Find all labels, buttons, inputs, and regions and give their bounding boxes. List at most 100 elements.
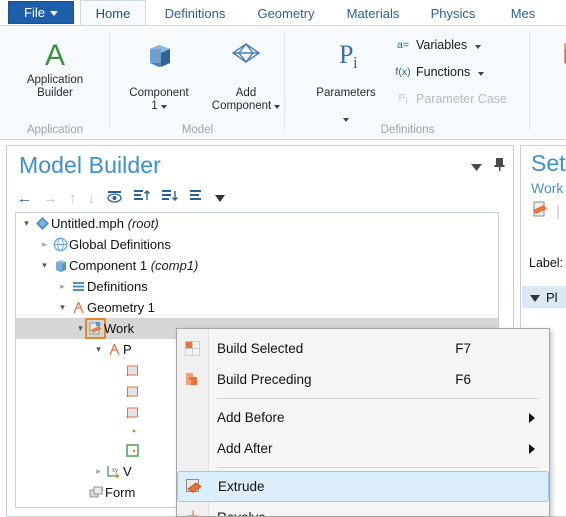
ribbon-group-model-label: Model — [181, 124, 214, 136]
menu-item-add-before[interactable]: Add Before — [177, 402, 549, 433]
expand-arrow-icon[interactable]: ▾ — [92, 344, 105, 355]
svg-text:A: A — [45, 39, 65, 71]
build-selected-icon[interactable] — [531, 200, 549, 223]
move-down-icon[interactable]: ↓ — [88, 191, 96, 206]
pane-menu-chevron-down-icon[interactable] — [471, 158, 482, 176]
revolve-icon — [177, 509, 208, 516]
menu-item-extrude[interactable]: Extrude — [177, 471, 549, 502]
tab-materials[interactable]: Materials — [333, 0, 413, 26]
tab-geometry[interactable]: Geometry — [245, 0, 327, 26]
chevron-down-icon — [343, 118, 349, 122]
green-square-icon — [123, 443, 141, 458]
svg-text:xy: xy — [112, 468, 118, 474]
build-all-button[interactable]: Bu A — [544, 34, 566, 100]
a-equals-icon: a= — [397, 39, 409, 51]
tab-definitions[interactable]: Definitions — [150, 0, 240, 26]
menu-item-build-preceding[interactable]: Build Preceding F6 — [177, 364, 549, 395]
menu-separator — [217, 398, 539, 399]
tree-item-global-definitions-label: Global Definitions — [69, 237, 171, 252]
tree-item-component-1-tag: (comp1) — [150, 258, 199, 273]
tree-item-geometry-1[interactable]: ▾ Geometry 1 — [16, 297, 498, 318]
settings-subtitle: Work — [531, 180, 564, 196]
collapse-arrow-icon[interactable]: ▸ — [92, 466, 105, 477]
tab-mesh[interactable]: Mes — [493, 0, 553, 26]
tree-item-component-1[interactable]: ▾ Component 1 (comp1) — [16, 255, 498, 276]
tab-definitions-label: Definitions — [164, 5, 226, 21]
add-component-button[interactable]: Add Component — [202, 34, 290, 113]
collapse-all-icon[interactable] — [134, 189, 151, 208]
label-field-label: Label: — [529, 256, 564, 270]
spacer: ▸ — [110, 445, 123, 456]
svg-text:i: i — [353, 53, 358, 71]
application-builder-button[interactable]: A Application Builder — [12, 34, 98, 100]
component-cube-icon — [143, 34, 175, 74]
list-view-icon[interactable] — [190, 189, 204, 208]
collapse-arrow-icon[interactable]: ▸ — [38, 239, 51, 250]
tree-item-plane-geometry-label: P — [123, 342, 132, 357]
menu-item-build-selected[interactable]: Build Selected F7 — [177, 333, 549, 364]
menu-item-build-selected-accel: F7 — [455, 341, 471, 356]
show-eye-icon[interactable] — [106, 189, 123, 208]
parameters-button[interactable]: P i Parameters — [303, 34, 389, 126]
expand-arrow-icon[interactable]: ▾ — [74, 323, 87, 334]
expand-arrow-icon[interactable]: ▾ — [20, 218, 33, 229]
menu-item-build-preceding-label: Build Preceding — [217, 372, 312, 387]
chevron-down-icon — [274, 105, 281, 109]
tree-item-root-tag: (root) — [127, 216, 159, 231]
collapse-arrow-icon[interactable]: ▸ — [56, 281, 69, 292]
tree-item-definitions-label: Definitions — [87, 279, 148, 294]
menu-item-build-preceding-accel: F6 — [455, 372, 471, 387]
menu-separator — [217, 467, 539, 468]
file-menu-button[interactable]: File — [8, 1, 74, 24]
tree-item-definitions[interactable]: ▸ Definitions — [16, 276, 498, 297]
tab-mesh-label: Mes — [510, 5, 536, 21]
plane-definition-section-label: Pl — [546, 289, 558, 305]
pi-small-icon: Pi — [398, 92, 408, 107]
toolbar-divider: | — [556, 202, 561, 220]
geometry-compass-icon — [69, 300, 87, 315]
expand-arrow-icon[interactable]: ▾ — [56, 302, 69, 313]
expand-arrow-icon[interactable]: ▾ — [38, 260, 51, 271]
toolbar-overflow-chevron-down-icon[interactable] — [215, 189, 225, 207]
tree-item-root[interactable]: ▾ Untitled.mph (root) — [16, 213, 498, 234]
move-up-icon[interactable]: ↑ — [69, 191, 77, 206]
tab-home[interactable]: Home — [80, 0, 146, 26]
build-preceding-icon — [177, 371, 208, 388]
menu-item-add-after-label: Add After — [217, 441, 273, 456]
expand-all-icon[interactable] — [162, 189, 179, 208]
forward-icon[interactable]: → — [43, 191, 58, 206]
definitions-icon — [69, 279, 87, 294]
ribbon-group-application-label: Application — [26, 124, 84, 136]
rectangle-icon — [123, 363, 141, 378]
pi-icon: P i — [329, 34, 363, 74]
menu-item-extrude-label: Extrude — [218, 479, 265, 494]
menu-item-add-after[interactable]: Add After — [177, 433, 549, 464]
build-selected-icon — [177, 340, 208, 357]
submenu-arrow-icon — [529, 412, 535, 423]
rectangle-icon — [123, 405, 141, 420]
tab-materials-label: Materials — [346, 5, 400, 21]
add-component-label: Add Component — [211, 87, 272, 112]
component-1-button[interactable]: Component 1 — [116, 34, 202, 113]
ribbon-group-model: Component 1 Add Component Model — [110, 26, 285, 139]
section-collapse-chevron-down-icon[interactable] — [530, 290, 540, 305]
context-menu[interactable]: Build Selected F7 Build Preceding F6 Add… — [176, 328, 550, 517]
plane-definition-section-header[interactable]: Pl — [522, 286, 566, 308]
tree-item-view-label: V — [123, 464, 132, 479]
view-axes-icon: xy — [105, 464, 123, 479]
tree-item-geometry-1-label: Geometry 1 — [87, 300, 155, 315]
parameter-case-button[interactable]: Pi Parameter Case — [395, 92, 508, 107]
variables-button[interactable]: a= Variables — [395, 38, 482, 52]
tree-item-work-plane-label: Work — [104, 321, 135, 336]
tab-physics[interactable]: Physics — [419, 0, 487, 26]
menu-item-revolve[interactable]: Revolve — [177, 502, 549, 516]
root-diamond-icon — [33, 216, 51, 231]
tree-item-global-definitions[interactable]: ▸ Global Definitions — [16, 234, 498, 255]
tab-home-label: Home — [95, 5, 131, 21]
chevron-down-icon — [478, 71, 485, 76]
letter-a-icon: A — [38, 34, 72, 74]
build-all-icon — [559, 34, 566, 74]
back-icon[interactable]: ← — [17, 191, 32, 206]
functions-button[interactable]: f(x) Functions — [395, 65, 485, 79]
pin-icon[interactable] — [494, 158, 505, 176]
